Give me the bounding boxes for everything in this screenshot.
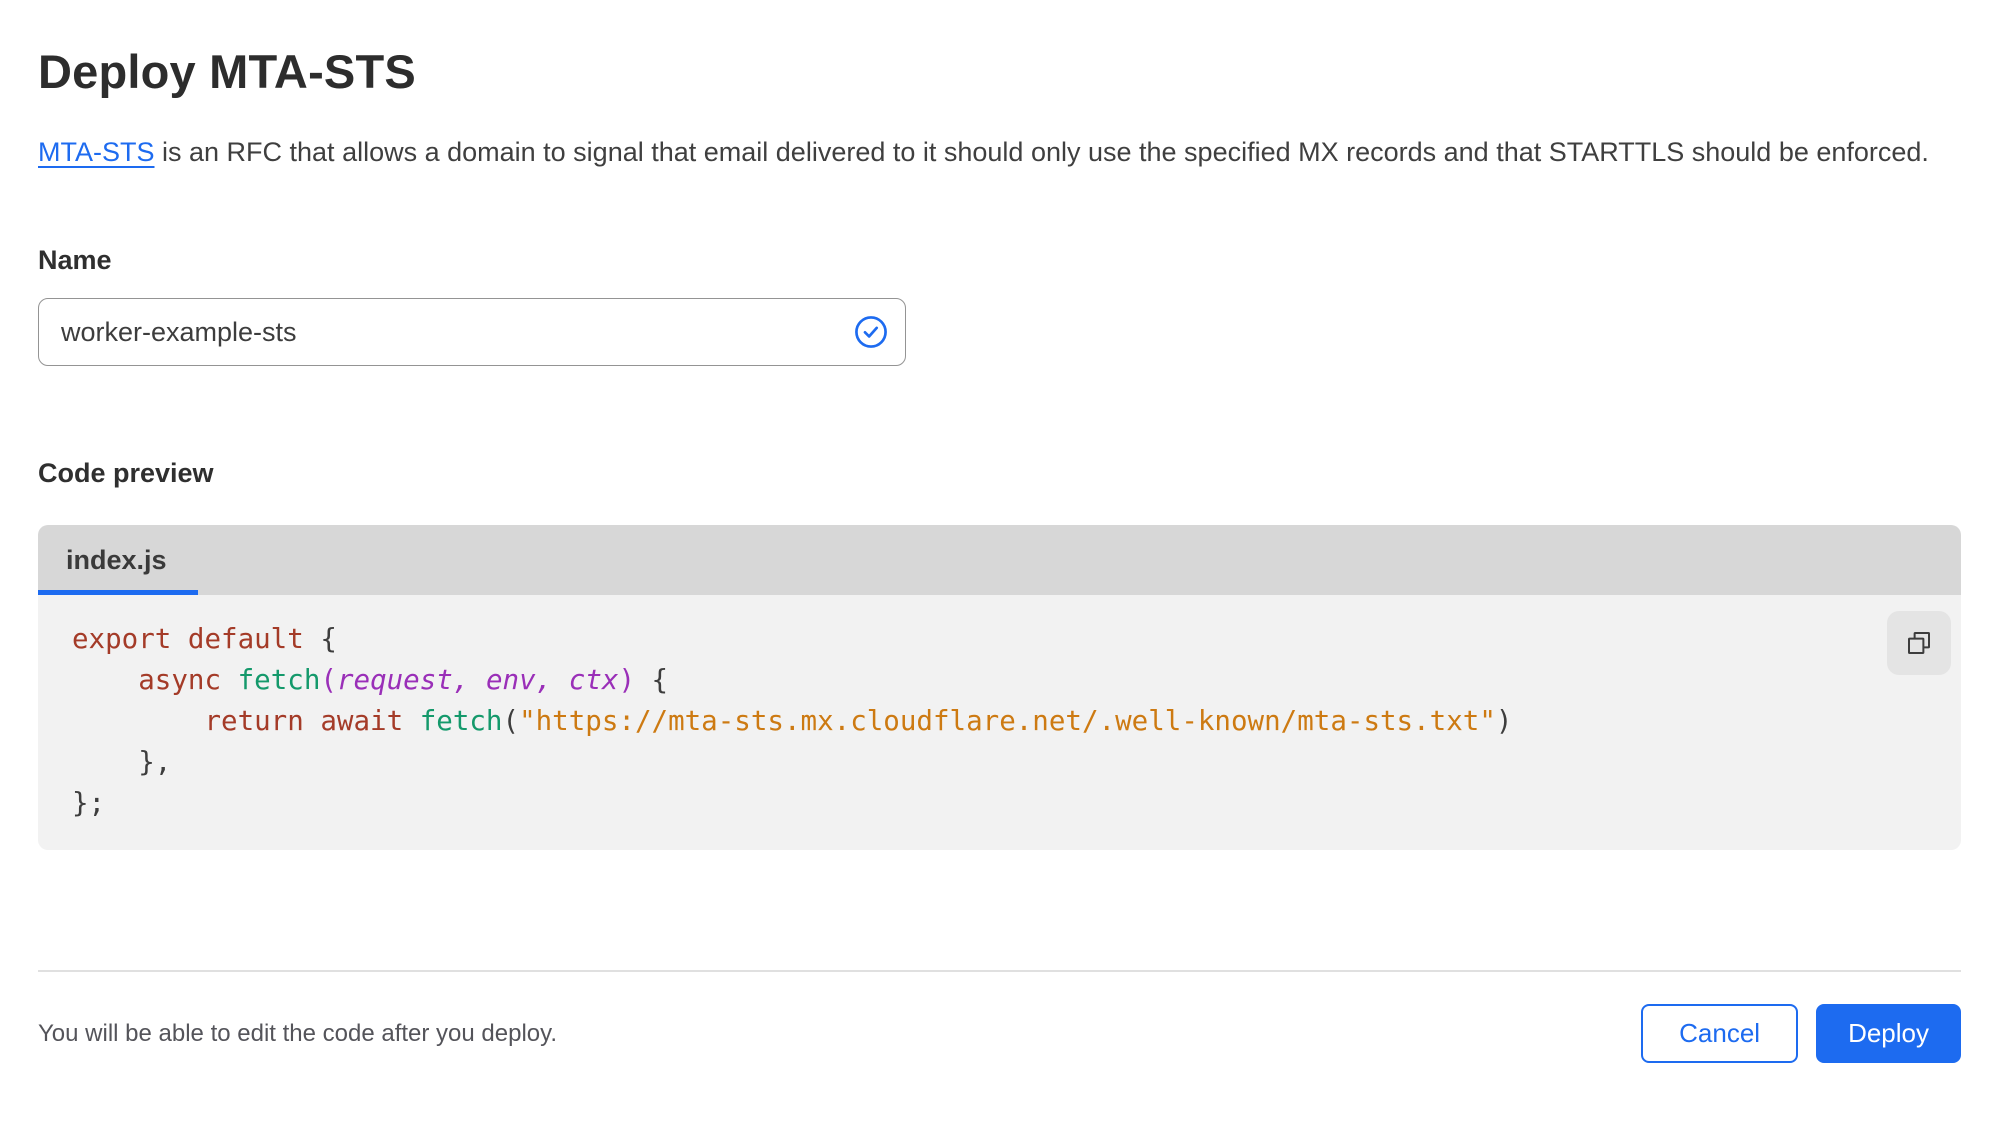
mta-sts-link[interactable]: MTA-STS	[38, 137, 155, 167]
tab-indexjs[interactable]: index.js	[38, 525, 198, 595]
footer-buttons: Cancel Deploy	[1641, 1004, 1961, 1063]
code-preview-card: index.js export default { async fetch(re…	[38, 525, 1961, 850]
name-label: Name	[38, 245, 112, 275]
footer: You will be able to edit the code after …	[38, 1004, 1961, 1063]
name-input-wrapper	[38, 298, 906, 366]
code-editor-area: export default { async fetch(request, en…	[38, 595, 1961, 850]
code-preview-label: Code preview	[38, 458, 214, 488]
cancel-button[interactable]: Cancel	[1641, 1004, 1799, 1063]
check-circle-icon	[852, 313, 890, 351]
description: MTA-STS is an RFC that allows a domain t…	[38, 129, 1948, 175]
deploy-mta-sts-page: Deploy MTA-STS MTA-STS is an RFC that al…	[0, 44, 1999, 1063]
name-input[interactable]	[38, 298, 906, 366]
copy-code-button[interactable]	[1887, 611, 1951, 675]
tab-label: index.js	[66, 544, 167, 575]
page-title: Deploy MTA-STS	[38, 45, 416, 98]
code-content: export default { async fetch(request, en…	[72, 623, 1513, 819]
footer-note: You will be able to edit the code after …	[38, 1019, 558, 1047]
footer-divider	[38, 970, 1961, 972]
description-text: is an RFC that allows a domain to signal…	[154, 137, 1929, 167]
deploy-button[interactable]: Deploy	[1816, 1004, 1961, 1063]
copy-icon	[1904, 628, 1934, 658]
code-tab-bar: index.js	[38, 525, 1961, 595]
